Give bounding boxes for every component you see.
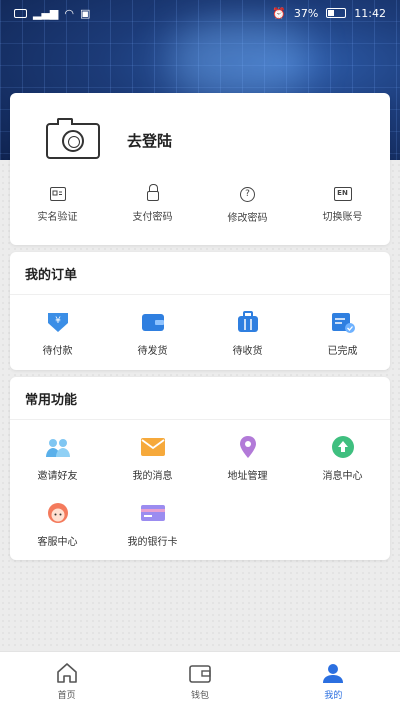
profile-card: 去登陆 实名验证 支付密码 ? 修改密码 EN 切换账号 xyxy=(10,93,390,245)
pending-payment-icon: ¥ xyxy=(47,313,68,332)
function-my-messages[interactable]: 我的消息 xyxy=(105,435,200,482)
location-pin-icon xyxy=(239,436,256,458)
section-title: 我的订单 xyxy=(25,268,78,283)
notification-icon: ▣ xyxy=(80,6,91,20)
status-bar: ▂▄▆ ◠ ▣ ⏰ 37% 11:42 xyxy=(0,0,400,26)
quick-action-change-password[interactable]: ? 修改密码 xyxy=(200,187,295,224)
alarm-icon: ⏰ xyxy=(272,6,286,20)
tab-profile[interactable]: 我的 xyxy=(267,652,400,711)
camera-icon[interactable] xyxy=(46,118,100,159)
bank-card-icon xyxy=(140,505,165,521)
switch-account-icon: EN xyxy=(333,187,352,201)
wifi-icon: ◠ xyxy=(64,6,74,20)
order-label: 待发货 xyxy=(137,346,168,357)
quick-action-switch-account[interactable]: EN 切换账号 xyxy=(295,187,390,224)
login-link[interactable]: 去登陆 xyxy=(127,130,172,151)
function-address[interactable]: 地址管理 xyxy=(200,435,295,482)
quick-action-pay-password[interactable]: 支付密码 xyxy=(105,184,200,224)
completed-calendar-icon xyxy=(331,313,355,333)
section-title: 常用功能 xyxy=(25,393,78,408)
lock-icon xyxy=(146,184,159,201)
message-center-icon xyxy=(331,436,354,458)
id-card-icon xyxy=(49,187,66,201)
battery-percent: 37% xyxy=(293,6,319,20)
briefcase-icon xyxy=(237,311,258,332)
orders-card: 我的订单 ¥ 待付款 待发货 待收货 已完成 xyxy=(10,252,390,370)
order-status-row: ¥ 待付款 待发货 待收货 已完成 xyxy=(10,310,390,357)
quick-action-label: 实名验证 xyxy=(37,212,78,223)
function-bank-card[interactable]: 我的银行卡 xyxy=(105,501,200,548)
wallet-tab-icon xyxy=(189,665,211,683)
quick-action-verify[interactable]: 实名验证 xyxy=(10,187,105,224)
order-label: 待收货 xyxy=(232,346,263,357)
tab-home[interactable]: 首页 xyxy=(0,652,133,711)
divider xyxy=(10,294,390,295)
question-circle-icon: ? xyxy=(240,187,255,202)
signal-icon: ▂▄▆ xyxy=(33,6,59,20)
empty-slot xyxy=(295,501,390,548)
function-label: 我的银行卡 xyxy=(127,537,178,548)
function-label: 邀请好友 xyxy=(37,471,78,482)
divider xyxy=(10,419,390,420)
battery-icon xyxy=(326,8,347,18)
functions-row-1: 邀请好友 我的消息 地址管理 消息中心 xyxy=(10,435,390,482)
bottom-nav: 首页 钱包 我的 xyxy=(0,651,400,711)
quick-action-label: 修改密码 xyxy=(227,213,268,224)
function-label: 客服中心 xyxy=(37,537,78,548)
empty-slot xyxy=(200,501,295,548)
function-label: 消息中心 xyxy=(322,471,363,482)
order-to-ship[interactable]: 待发货 xyxy=(105,310,200,357)
clock: 11:42 xyxy=(354,6,386,20)
order-to-receive[interactable]: 待收货 xyxy=(200,310,295,357)
order-pending-payment[interactable]: ¥ 待付款 xyxy=(10,310,105,357)
order-label: 已完成 xyxy=(327,346,358,357)
functions-card: 常用功能 邀请好友 我的消息 地址管理 消息中心 客服中心 我的银行卡 xyxy=(10,377,390,560)
function-invite-friends[interactable]: 邀请好友 xyxy=(10,435,105,482)
tab-label: 钱包 xyxy=(190,691,209,701)
svg-text:¥: ¥ xyxy=(55,316,61,326)
tab-label: 首页 xyxy=(57,691,76,701)
tab-label: 我的 xyxy=(324,691,343,701)
quick-action-label: 支付密码 xyxy=(132,212,173,223)
functions-row-2: 客服中心 我的银行卡 xyxy=(10,501,390,548)
quick-actions: 实名验证 支付密码 ? 修改密码 EN 切换账号 xyxy=(10,184,390,224)
function-customer-service[interactable]: 客服中心 xyxy=(10,501,105,548)
sim-icon xyxy=(14,8,27,18)
invite-friends-icon xyxy=(45,439,70,457)
tab-wallet[interactable]: 钱包 xyxy=(133,652,266,711)
envelope-icon xyxy=(140,438,165,456)
customer-service-icon xyxy=(47,503,68,523)
function-label: 地址管理 xyxy=(227,471,268,482)
function-message-center[interactable]: 消息中心 xyxy=(295,435,390,482)
order-completed[interactable]: 已完成 xyxy=(295,310,390,357)
function-label: 我的消息 xyxy=(132,471,173,482)
order-label: 待付款 xyxy=(42,346,73,357)
wallet-icon xyxy=(141,314,164,331)
profile-tab-icon xyxy=(323,664,344,683)
home-icon xyxy=(56,663,77,683)
quick-action-label: 切换账号 xyxy=(322,212,363,223)
